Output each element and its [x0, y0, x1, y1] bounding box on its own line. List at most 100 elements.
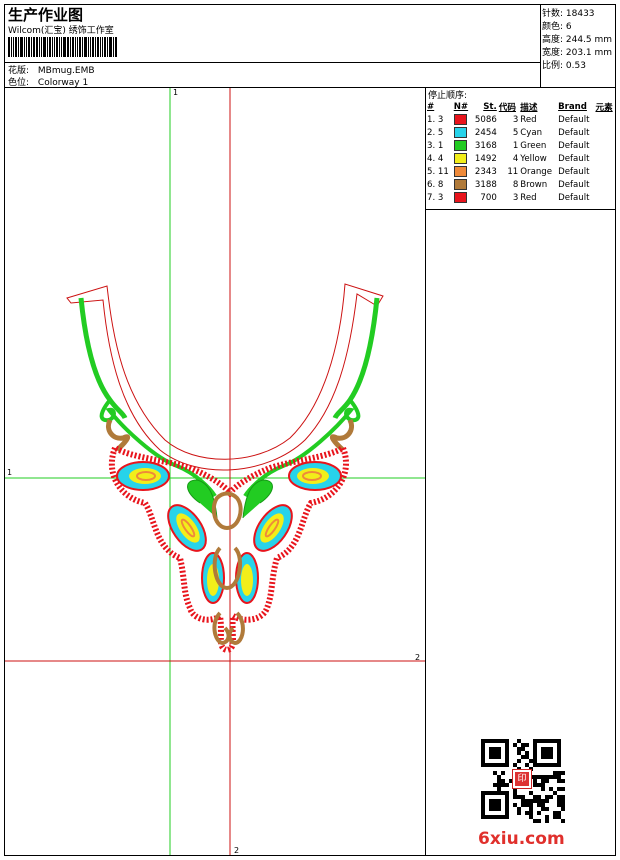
row-code: 4 [512, 153, 519, 164]
row-swatch [453, 165, 471, 178]
barcode-bar [82, 37, 83, 57]
qr-module [533, 775, 537, 779]
qr-module [557, 803, 561, 807]
row-stitches: 5086 [474, 114, 497, 125]
barcode-bar [88, 37, 89, 57]
row-brand: Default [558, 140, 590, 151]
barcode-bar [75, 37, 76, 57]
colorway-value: Colorway 1 [37, 78, 89, 88]
table-row: 2. 5 2454 5 Cyan Default [426, 126, 616, 139]
qr-module [525, 763, 529, 767]
barcode-bar [31, 37, 32, 57]
col-desc: 描述 [520, 102, 538, 113]
barcode-bar [77, 37, 78, 57]
qr-module [513, 803, 517, 807]
qr-module [529, 803, 533, 807]
row-desc: Orange [520, 166, 553, 177]
qr-module [557, 795, 561, 799]
barcode-bar [113, 37, 114, 57]
qr-module [553, 815, 557, 819]
qr-module [561, 807, 565, 811]
qr-module [561, 787, 565, 791]
qr-module [541, 747, 553, 759]
qr-module [493, 783, 497, 787]
color-swatch [453, 140, 467, 151]
seal-stamp-inner: 印 [515, 772, 529, 786]
qr-module [545, 795, 549, 799]
qr-module [513, 791, 517, 795]
qr-module [545, 775, 549, 779]
qr-module [553, 791, 557, 795]
qr-module [541, 783, 545, 787]
qr-module [553, 775, 557, 779]
qr-module [545, 807, 549, 811]
barcode [8, 37, 120, 57]
row-code: 3 [512, 114, 519, 125]
colorway-label: 色位: [8, 78, 30, 88]
row-swatch [453, 139, 471, 152]
qr-module [533, 783, 537, 787]
qr-module [557, 779, 561, 783]
qr-module [537, 795, 541, 799]
barcode-bar [15, 37, 17, 57]
row-element [594, 139, 616, 152]
row-stitches: 700 [480, 192, 497, 203]
qr-module [561, 799, 565, 803]
qr-module [525, 743, 529, 747]
row-index: 5. 11 [427, 166, 449, 177]
qr-module [505, 783, 509, 787]
qr-module [525, 751, 529, 755]
barcode-bar [20, 37, 23, 57]
qr-module [561, 795, 565, 799]
barcode-bar [102, 37, 103, 57]
qr-module [533, 779, 537, 783]
qr-module [497, 783, 501, 787]
paisley-right-top [288, 461, 342, 491]
barcode-bar [61, 37, 62, 57]
qr-module [497, 779, 501, 783]
row-stitches: 2343 [474, 166, 497, 177]
row-element [594, 191, 616, 204]
row-desc: Cyan [520, 127, 543, 138]
barcode-bar [26, 37, 27, 57]
qr-module [517, 739, 521, 743]
seal-stamp: 印 [512, 769, 532, 789]
row-code: 5 [512, 127, 519, 138]
row-brand: Default [558, 179, 590, 190]
qr-module [537, 803, 541, 807]
barcode-bar [8, 37, 10, 57]
page-title: 生产作业图 [8, 6, 84, 24]
qr-module [497, 775, 501, 779]
row-index: 3. 1 [427, 140, 444, 151]
qr-module [521, 743, 525, 747]
qr-module [517, 759, 521, 763]
qr-module [537, 783, 541, 787]
barcode-bar [90, 37, 91, 57]
row-desc: Yellow [520, 153, 547, 164]
row-swatch [453, 113, 471, 126]
qr-module [525, 799, 529, 803]
barcode-bar [79, 37, 81, 57]
qr-module [529, 811, 533, 815]
qr-module [549, 775, 553, 779]
barcode-bar [92, 37, 94, 57]
qr-module [517, 807, 521, 811]
qr-module [521, 747, 525, 751]
row-desc: Red [520, 192, 537, 203]
barcode-bar [41, 37, 42, 57]
stitch-count: 针数: 18433 [542, 9, 595, 19]
color-swatch [453, 127, 467, 138]
barcode-bar [33, 37, 35, 57]
row-brand: Default [558, 153, 590, 164]
row-brand: Default [558, 166, 590, 177]
qr-module [521, 799, 525, 803]
row-stitches: 3168 [474, 140, 497, 151]
axis-label-h1: 1 [7, 468, 12, 477]
row-code: 3 [512, 192, 519, 203]
qr-module [541, 799, 545, 803]
col-brand: Brand [558, 101, 587, 112]
qr-module [521, 795, 525, 799]
col-stitches: St. [483, 101, 497, 112]
qr-module [517, 795, 521, 799]
qr-module [549, 787, 553, 791]
